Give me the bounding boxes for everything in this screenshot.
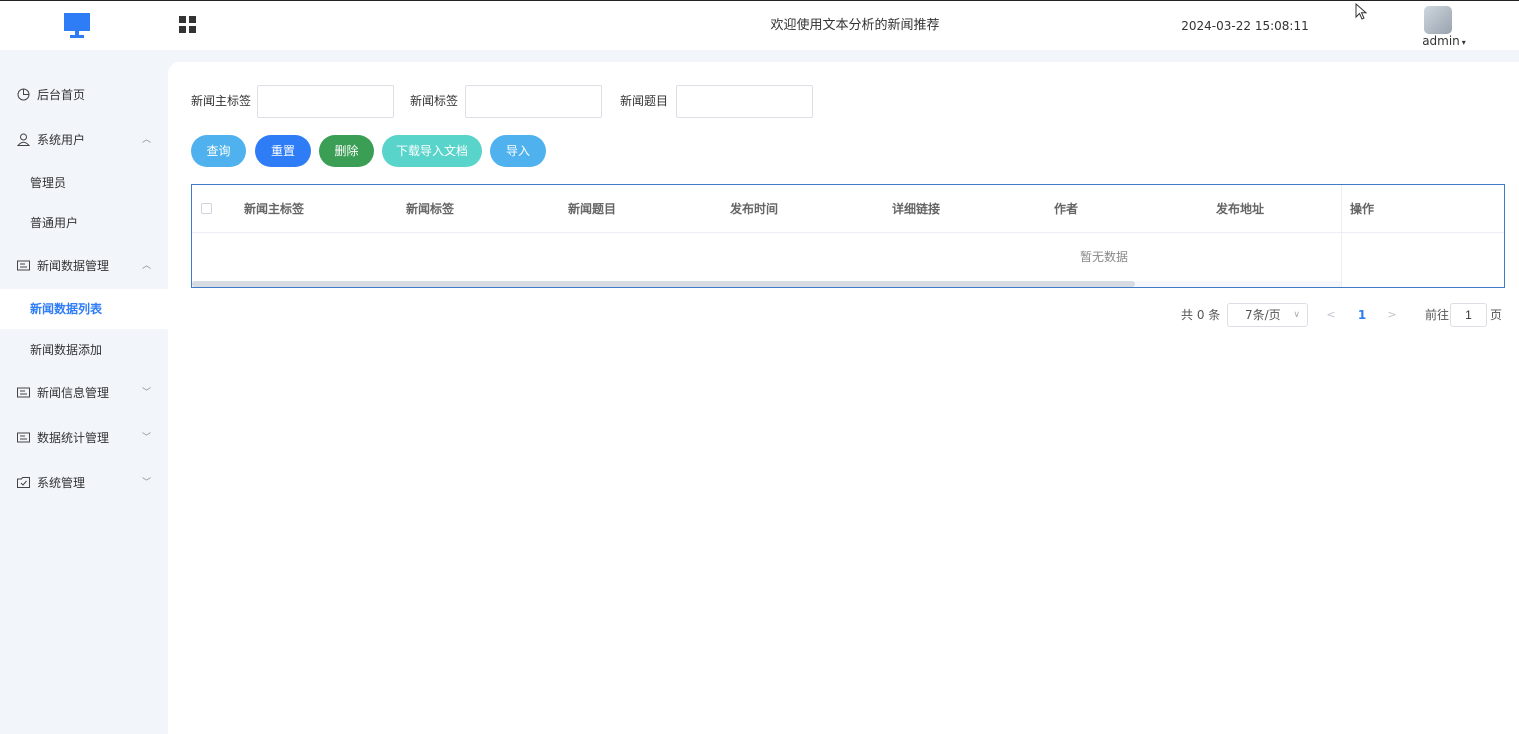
sidebar-item-dashboard[interactable]: 后台首页 [0,75,168,115]
total-count: 共 0 条 [1181,308,1221,322]
main-panel: 新闻主标签 新闻标签 新闻题目 查询 重置 删除 下载导入文档 导入 新闻主标签… [168,62,1519,734]
dashboard-icon [17,88,30,101]
sidebar-item-news-data-add[interactable]: 新闻数据添加 [0,330,168,370]
sidebar-item-label: 系统用户 [37,133,86,147]
search-button[interactable]: 查询 [191,135,246,167]
chevron-down-icon: ∨ [1293,310,1300,320]
sidebar-item-label: 管理员 [30,176,67,190]
download-template-button[interactable]: 下载导入文档 [382,135,482,167]
delete-button[interactable]: 删除 [319,135,374,167]
news-data-table: 新闻主标签 新闻标签 新闻题目 发布时间 详细链接 作者 发布地址 操作 暂无数… [191,184,1505,288]
horizontal-scrollbar-thumb[interactable] [192,281,1135,287]
monitor-logo-icon[interactable] [64,13,90,39]
sidebar-item-label: 系统管理 [37,476,86,490]
sidebar-item-normal-users[interactable]: 普通用户 [0,203,168,243]
page-size-select[interactable]: 7条/页 ∨ [1227,303,1308,327]
welcome-title: 欢迎使用文本分析的新闻推荐 [770,18,940,33]
title-input[interactable] [676,85,813,118]
sidebar-item-label: 后台首页 [37,88,86,102]
next-page-icon[interactable]: > [1384,303,1400,327]
sidebar-item-label: 新闻数据列表 [30,302,103,316]
prev-page-icon[interactable]: < [1323,303,1339,327]
user-icon [17,133,30,146]
fixed-column-divider [1341,185,1342,287]
sidebar-item-statistics[interactable]: 数据统计管理 ﹀ [0,418,168,458]
chevron-up-icon: ︿ [142,135,152,145]
mouse-cursor-icon [1355,3,1368,20]
sidebar-item-system-users[interactable]: 系统用户 ︿ [0,120,168,160]
sidebar-item-label: 新闻数据管理 [37,259,110,273]
chevron-down-icon: ﹀ [142,478,152,488]
column-header: 操作 [1350,202,1375,216]
sidebar: 后台首页 系统用户 ︿ 管理员 普通用户 新闻数据管理 ︿ 新闻数据列表 新闻数… [0,62,168,734]
table-header: 新闻主标签 新闻标签 新闻题目 发布时间 详细链接 作者 发布地址 操作 [192,185,1504,233]
user-avatar[interactable] [1424,6,1452,34]
sidebar-item-label: 普通用户 [30,216,79,230]
column-header: 发布时间 [730,202,779,216]
settings-box-icon [17,477,30,488]
column-header: 详细链接 [892,202,941,216]
filter-label-title: 新闻题目 [620,94,669,108]
sidebar-item-news-info[interactable]: 新闻信息管理 ﹀ [0,373,168,413]
goto-page-input[interactable] [1450,303,1487,327]
sidebar-item-admin[interactable]: 管理员 [0,163,168,203]
sidebar-item-news-data-list[interactable]: 新闻数据列表 [0,289,168,329]
column-header: 作者 [1054,202,1079,216]
chevron-down-icon: ﹀ [142,388,152,398]
news-icon [17,260,30,271]
column-header: 新闻标签 [406,202,455,216]
sidebar-item-system-settings[interactable]: 系统管理 ﹀ [0,463,168,503]
sidebar-item-label: 新闻信息管理 [37,386,110,400]
sidebar-item-label: 数据统计管理 [37,431,110,445]
username-label: admin [1422,34,1460,48]
top-bar: 欢迎使用文本分析的新闻推荐 2024-03-22 15:08:11 admin ▾ [0,0,1519,50]
news-icon [17,432,30,443]
page-suffix: 页 [1490,308,1503,322]
filter-label-tag: 新闻标签 [410,94,459,108]
chevron-down-icon: ﹀ [142,433,152,443]
column-header: 发布地址 [1216,202,1265,216]
goto-label: 前往 [1425,308,1450,322]
caret-down-icon: ▾ [1461,38,1466,47]
filter-label-main-tag: 新闻主标签 [191,94,252,108]
select-all-checkbox[interactable] [201,203,212,214]
main-tag-input[interactable] [257,85,394,118]
empty-state-text: 暂无数据 [1079,250,1128,264]
page-size-value: 7条/页 [1245,308,1281,322]
import-button[interactable]: 导入 [490,135,546,167]
page-number-current[interactable]: 1 [1354,303,1370,327]
grid-menu-icon[interactable] [179,16,197,34]
current-datetime: 2024-03-22 15:08:11 [1181,19,1309,33]
column-header: 新闻题目 [568,202,617,216]
column-header: 新闻主标签 [244,202,305,216]
sidebar-item-news-data[interactable]: 新闻数据管理 ︿ [0,246,168,286]
tag-input[interactable] [465,85,602,118]
sidebar-item-label: 新闻数据添加 [30,343,103,357]
news-icon [17,387,30,398]
user-menu-dropdown[interactable]: admin ▾ [1414,33,1474,49]
reset-button[interactable]: 重置 [255,135,311,167]
chevron-up-icon: ︿ [142,261,152,271]
